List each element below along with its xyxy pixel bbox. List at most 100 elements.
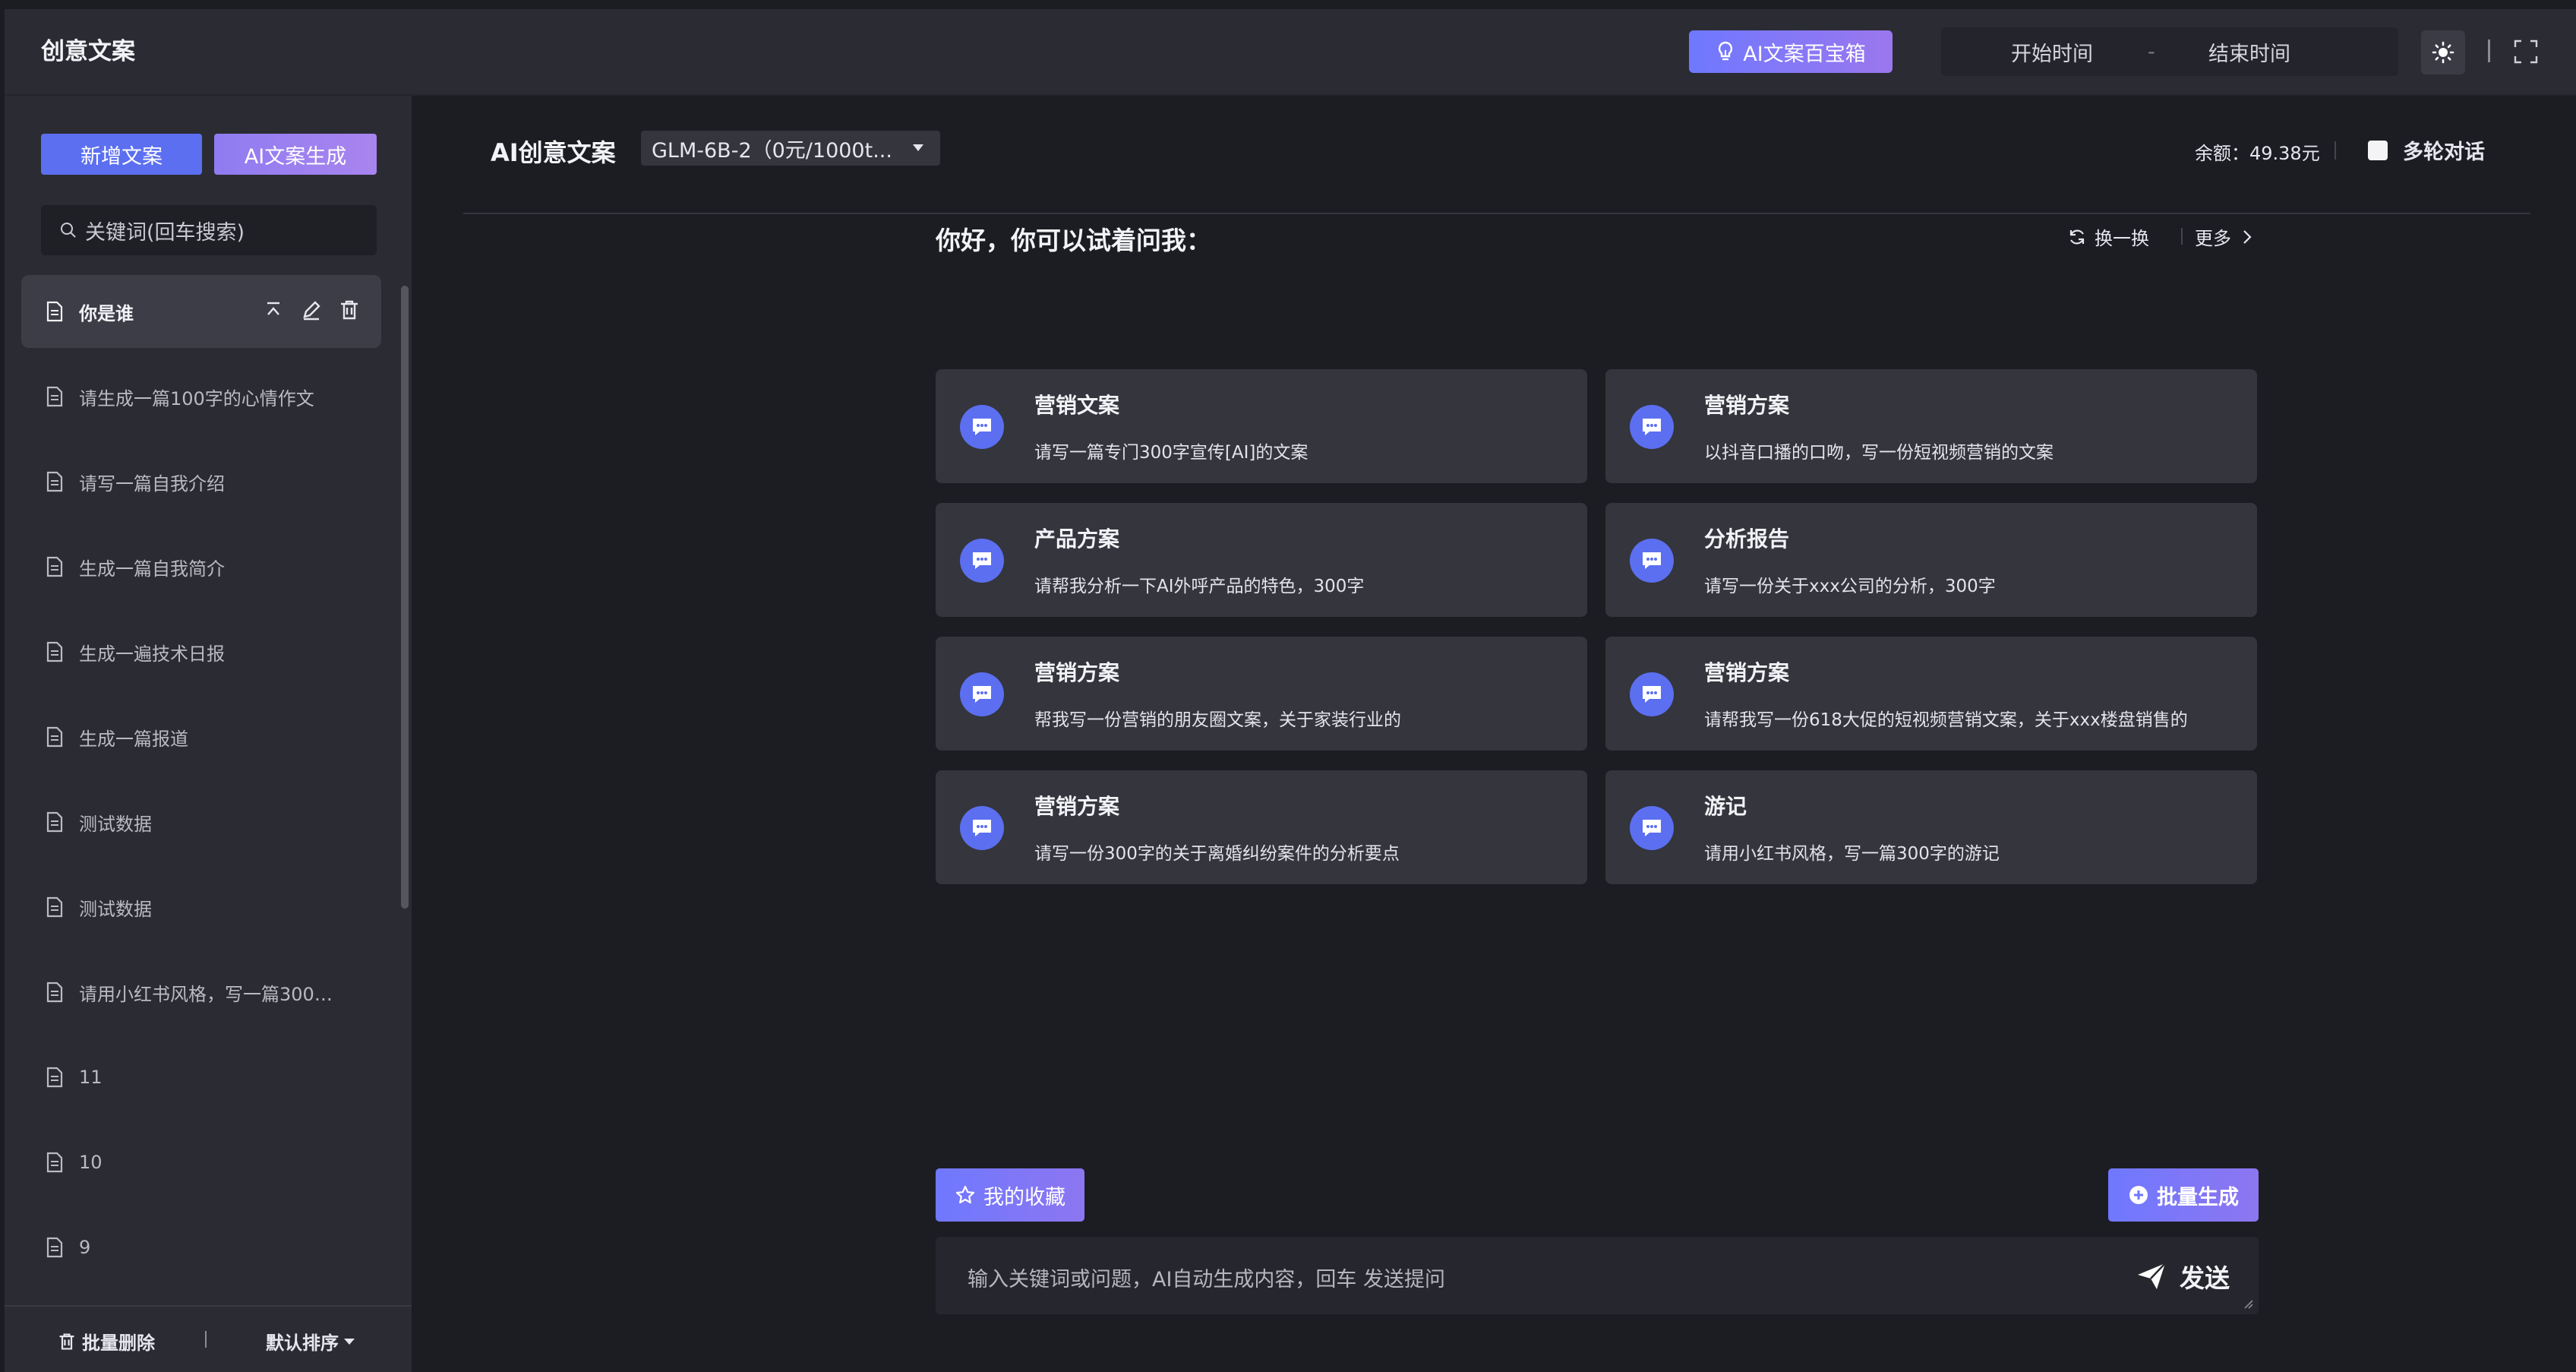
fullscreen-icon [2514,40,2538,64]
card-description: 以抖音口播的口吻，写一份短视频营销的文案 [1704,443,2054,463]
top-header: 创意文案 AI文案百宝箱 开始时间 - 结束时间 [5,9,2576,96]
sun-icon [2432,41,2454,64]
suggestion-card[interactable]: 营销方案 请帮我写一份618大促的短视频营销文案，关于xxx楼盘销售的 [1605,637,2257,751]
list-item[interactable]: 10 [21,1126,381,1199]
favorites-button[interactable]: 我的收藏 [936,1168,1084,1222]
document-icon [46,896,63,918]
resize-grip-icon[interactable] [2242,1298,2254,1310]
chat-bubble-icon [1630,806,1674,850]
suggestion-card[interactable]: 营销文案 请写一篇专门300字宣传[AI]的文案 [936,369,1587,483]
header-divider [2488,40,2490,62]
list-item-label: 生成一遍技术日报 [79,643,225,665]
chevron-right-icon [2243,229,2252,244]
more-button[interactable]: 更多 [2195,223,2252,250]
sort-label: 默认排序 [266,1332,339,1354]
card-title: 分析报告 [1704,526,1790,552]
card-description: 请用小红书风格，写一篇300字的游记 [1704,844,2000,864]
list-item-label: 请生成一篇100字的心情作文 [79,387,314,409]
date-range-picker[interactable]: 开始时间 - 结束时间 [1941,27,2398,76]
suggestion-card[interactable]: 游记 请用小红书风格，写一篇300字的游记 [1605,770,2257,884]
start-time-field[interactable]: 开始时间 [2011,37,2093,67]
document-icon [46,982,63,1003]
refresh-button[interactable]: 换一换 [2067,223,2149,250]
card-description: 请写一篇专门300字宣传[AI]的文案 [1034,443,1309,463]
sidebar-scrollbar[interactable] [401,286,409,909]
list-item[interactable]: 请写一篇自我介绍 [21,445,381,518]
list-item-label: 生成一篇报道 [79,728,188,750]
search-placeholder: 关键词(回车搜索) [85,220,245,245]
card-title: 营销方案 [1034,660,1120,685]
greeting-text: 你好，你可以试着问我： [936,226,1211,255]
card-title: 营销文案 [1034,393,1120,418]
card-description: 请写一份300字的关于离婚纠纷案件的分析要点 [1034,844,1400,864]
suggestion-card[interactable]: 分析报告 请写一份关于xxx公司的分析，300字 [1605,503,2257,617]
fullscreen-button[interactable] [2512,38,2540,65]
multi-turn-checkbox[interactable] [2368,140,2388,160]
caret-down-icon [344,1338,355,1345]
multi-turn-label: 多轮对话 [2403,141,2485,164]
suggestion-card[interactable]: 营销方案 帮我写一份营销的朋友圈文案，关于家装行业的 [936,637,1587,751]
app-window: 创意文案 AI文案百宝箱 开始时间 - 结束时间 新增文案 AI文案生成 关键词… [5,9,2576,1372]
multi-turn-toggle[interactable]: 多轮对话 [2368,135,2485,165]
add-copy-button[interactable]: 新增文案 [41,134,202,175]
chat-bubble-icon [960,672,1004,716]
document-icon [46,556,63,577]
theme-toggle-button[interactable] [2421,30,2465,74]
balance-text: 余额：49.38元 [2195,143,2320,164]
batch-delete-button[interactable]: 批量删除 [58,1328,155,1355]
list-item-label: 测试数据 [79,898,152,920]
document-icon [46,1237,63,1258]
list-item[interactable]: 生成一遍技术日报 [21,615,381,688]
list-item[interactable]: 9 [21,1211,381,1284]
list-item[interactable]: 请用小红书风格，写一篇300字... [21,956,381,1029]
app-title: 创意文案 [41,38,135,65]
list-item-label: 测试数据 [79,813,152,835]
suggestion-card[interactable]: 产品方案 请帮我分析一下AI外呼产品的特色，300字 [936,503,1587,617]
model-select[interactable]: GLM-6B-2（0元/1000t... [641,131,940,166]
end-time-field[interactable]: 结束时间 [2208,37,2290,67]
caret-down-icon [913,144,923,151]
prompt-input[interactable]: 输入关键词或问题，AI自动生成内容，回车 发送提问 发送 [936,1237,2259,1314]
prompt-placeholder: 输入关键词或问题，AI自动生成内容，回车 发送提问 [968,1268,1446,1291]
list-item-label: 11 [79,1067,103,1088]
sort-dropdown[interactable]: 默认排序 [266,1328,355,1355]
sidebar-footer: 批量删除 默认排序 [5,1305,412,1372]
edit-icon[interactable] [301,299,322,321]
document-icon [46,1152,63,1173]
keyword-search-input[interactable]: 关键词(回车搜索) [41,205,377,255]
batch-generate-button[interactable]: 批量生成 [2108,1168,2259,1222]
list-item-label: 请用小红书风格，写一篇300字... [79,983,345,1005]
model-select-value: GLM-6B-2（0元/1000t... [652,138,892,163]
footer-divider [205,1331,207,1348]
card-description: 帮我写一份营销的朋友圈文案，关于家装行业的 [1034,710,1401,730]
more-label: 更多 [2195,228,2231,249]
suggestion-card[interactable]: 营销方案 以抖音口播的口吻，写一份短视频营销的文案 [1605,369,2257,483]
list-item[interactable]: 生成一篇自我简介 [21,530,381,603]
list-item[interactable]: 测试数据 [21,871,381,944]
list-item[interactable]: 测试数据 [21,786,381,858]
batch-delete-label: 批量删除 [82,1332,155,1354]
send-label: 发送 [2180,1263,2230,1293]
list-item[interactable]: 生成一篇报道 [21,700,381,773]
refresh-label: 换一换 [2095,228,2149,249]
card-title: 游记 [1704,794,1747,819]
trash-icon [59,1332,74,1350]
suggestion-card[interactable]: 营销方案 请写一份300字的关于离婚纠纷案件的分析要点 [936,770,1587,884]
chat-bubble-icon [960,806,1004,850]
send-button[interactable]: 发送 [2136,1258,2230,1295]
ai-toolbox-label: AI文案百宝箱 [1743,42,1866,66]
document-icon [46,301,63,322]
ai-generate-button[interactable]: AI文案生成 [214,134,377,175]
search-icon [61,223,76,238]
delete-icon[interactable] [339,299,360,321]
document-icon [46,1067,63,1088]
list-item[interactable]: 11 [21,1041,381,1114]
pin-top-icon[interactable] [263,299,284,321]
ai-toolbox-button[interactable]: AI文案百宝箱 [1689,30,1893,73]
list-item[interactable]: 请生成一篇100字的心情作文 [21,360,381,433]
favorites-label: 我的收藏 [983,1185,1065,1209]
card-title: 营销方案 [1704,660,1790,685]
card-title: 营销方案 [1034,794,1120,819]
more-divider [2181,228,2183,245]
list-item[interactable]: 你是谁 [21,275,381,348]
